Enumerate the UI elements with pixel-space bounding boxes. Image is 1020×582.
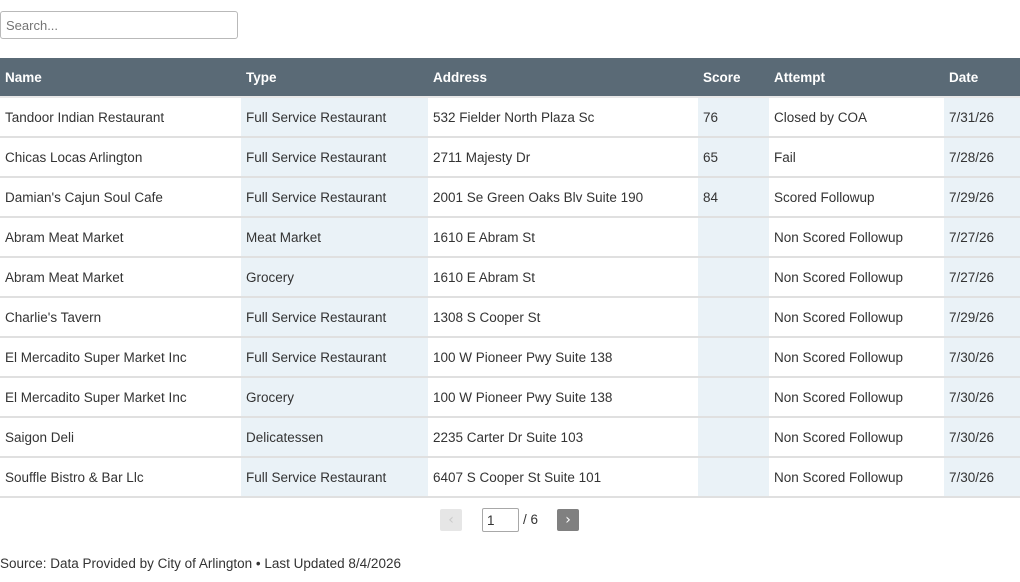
cell-score — [698, 297, 769, 337]
page-total-label: / 6 — [523, 512, 539, 527]
cell-attempt: Non Scored Followup — [774, 229, 904, 245]
cell-date: 7/30/26 — [944, 417, 1020, 457]
column-header-type[interactable]: Type — [241, 58, 428, 97]
cell-attempt: Non Scored Followup — [774, 309, 904, 325]
cell-address: 1610 E Abram St — [433, 269, 536, 285]
inspections-table: Name Type Address Score Attempt Date Tan… — [0, 58, 1020, 498]
cell-type: Delicatessen — [241, 417, 428, 457]
cell-attempt: Non Scored Followup — [774, 349, 904, 365]
cell-address: 100 W Pioneer Pwy Suite 138 — [433, 349, 613, 365]
cell-type: Grocery — [241, 377, 428, 417]
cell-name: El Mercadito Super Market Inc — [5, 389, 187, 405]
cell-attempt: Non Scored Followup — [774, 469, 904, 485]
table-row: Chicas Locas Arlington Full Service Resta… — [0, 137, 1020, 177]
cell-address: 2711 Majesty Dr — [433, 149, 531, 165]
prev-page-button[interactable]: ‹ — [440, 509, 462, 531]
cell-name: Tandoor Indian Restaurant — [5, 109, 165, 125]
cell-address: 2235 Carter Dr Suite 103 — [433, 429, 584, 445]
cell-date: 7/30/26 — [944, 337, 1020, 377]
cell-attempt: Scored Followup — [774, 189, 875, 205]
cell-name: El Mercadito Super Market Inc — [5, 349, 187, 365]
column-header-name[interactable]: Name — [0, 58, 241, 97]
cell-name: Saigon Deli — [5, 429, 75, 445]
cell-date: 7/29/26 — [944, 177, 1020, 217]
table-row: Saigon Deli Delicatessen 2235 Carter Dr Su… — [0, 417, 1020, 457]
source-note: Source: Data Provided by City of Arlingt… — [0, 556, 401, 571]
cell-attempt: Fail — [774, 149, 796, 165]
cell-score — [698, 257, 769, 297]
next-page-button[interactable]: › — [557, 509, 579, 531]
cell-score: 76 — [698, 97, 769, 137]
chevron-left-icon: ‹ — [448, 512, 454, 528]
cell-date: 7/31/26 — [944, 97, 1020, 137]
cell-score — [698, 217, 769, 257]
table-row: Damian's Cajun Soul Cafe Full Service Res… — [0, 177, 1020, 217]
column-header-address[interactable]: Address — [428, 58, 698, 97]
cell-type: Full Service Restaurant — [241, 137, 428, 177]
cell-date: 7/29/26 — [944, 297, 1020, 337]
cell-type: Full Service Restaurant — [241, 337, 428, 377]
cell-attempt: Closed by COA — [774, 109, 868, 125]
cell-address: 1610 E Abram St — [433, 229, 536, 245]
cell-name: Damian's Cajun Soul Cafe — [5, 189, 163, 205]
cell-score: 84 — [698, 177, 769, 217]
column-header-attempt[interactable]: Attempt — [769, 58, 944, 97]
cell-type: Full Service Restaurant — [241, 177, 428, 217]
table-row: Souffle Bistro & Bar Llc Full Service Res… — [0, 457, 1020, 497]
cell-date: 7/27/26 — [944, 257, 1020, 297]
cell-date: 7/27/26 — [944, 217, 1020, 257]
cell-attempt: Non Scored Followup — [774, 429, 904, 445]
page-number-input[interactable] — [482, 508, 519, 532]
cell-type: Full Service Restaurant — [241, 97, 428, 137]
cell-score — [698, 337, 769, 377]
table-row: Abram Meat Market Meat Market 1610 E Abram… — [0, 217, 1020, 257]
cell-score — [698, 457, 769, 497]
cell-name: Abram Meat Market — [5, 229, 124, 245]
cell-score: 65 — [698, 137, 769, 177]
cell-address: 6407 S Cooper St Suite 101 — [433, 469, 602, 485]
table-row: El Mercadito Super Market Inc Grocery 100 … — [0, 377, 1020, 417]
cell-address: 1308 S Cooper St — [433, 309, 541, 325]
cell-attempt: Non Scored Followup — [774, 269, 904, 285]
cell-score — [698, 417, 769, 457]
search-input[interactable] — [0, 11, 238, 39]
table-row: Tandoor Indian Restaurant Full Service Re… — [0, 97, 1020, 137]
cell-address: 100 W Pioneer Pwy Suite 138 — [433, 389, 613, 405]
cell-name: Souffle Bistro & Bar Llc — [5, 469, 144, 485]
table-row: Charlie's Tavern Full Service Restaurant 1… — [0, 297, 1020, 337]
cell-name: Chicas Locas Arlington — [5, 149, 143, 165]
cell-name: Charlie's Tavern — [5, 309, 102, 325]
cell-address: 2001 Se Green Oaks Blv Suite 190 — [433, 189, 644, 205]
cell-type: Full Service Restaurant — [241, 297, 428, 337]
column-header-score[interactable]: Score — [698, 58, 769, 97]
cell-name: Abram Meat Market — [5, 269, 124, 285]
cell-type: Grocery — [241, 257, 428, 297]
cell-address: 532 Fielder North Plaza Sc — [433, 109, 595, 125]
table-row: El Mercadito Super Market Inc Full Servic… — [0, 337, 1020, 377]
pagination: ‹ / 6 › — [0, 507, 1020, 533]
cell-type: Meat Market — [241, 217, 428, 257]
chevron-right-icon: › — [565, 512, 571, 528]
cell-type: Full Service Restaurant — [241, 457, 428, 497]
cell-attempt: Non Scored Followup — [774, 389, 904, 405]
table-row: Abram Meat Market Grocery 1610 E Abram St N… — [0, 257, 1020, 297]
cell-date: 7/28/26 — [944, 137, 1020, 177]
cell-score — [698, 377, 769, 417]
column-header-date[interactable]: Date — [944, 58, 1020, 97]
cell-date: 7/30/26 — [944, 377, 1020, 417]
table-header-row: Name Type Address Score Attempt Date — [0, 58, 1020, 97]
cell-date: 7/30/26 — [944, 457, 1020, 497]
